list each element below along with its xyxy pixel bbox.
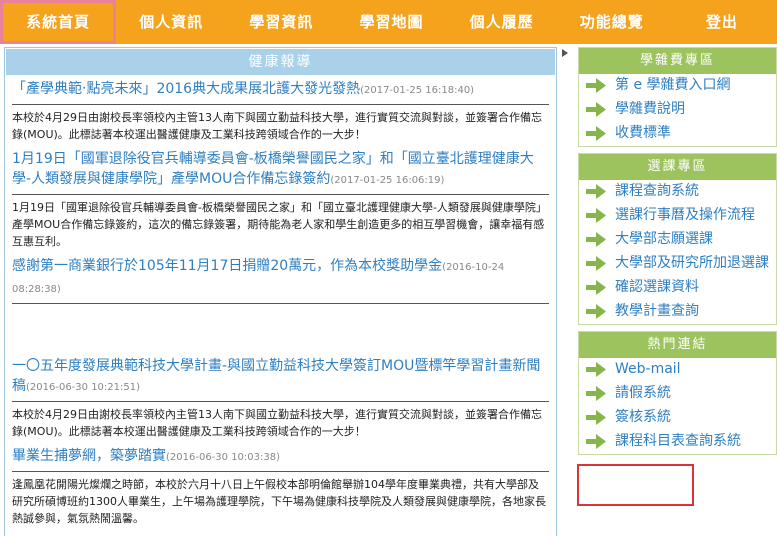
news-item-title[interactable]: 「產學典範‧點亮未來」2016典大成果展北護大發光發熱(2017-01-25 1… — [12, 79, 549, 101]
tuition-panel: 學雜費專區 第 e 學雜費入口網 學雜費說明 收費標準 — [578, 47, 777, 147]
news-item-title[interactable]: 畢業生捕夢網，築夢踏實(2016-06-30 10:03:38) — [12, 446, 549, 468]
news-item-title[interactable]: 感謝第一商業銀行於105年11月17日捐贈20萬元，作為本校獎助學金(2016-… — [12, 256, 549, 300]
news-item-body: 本校於4月29日由謝校長率領校內主管13人南下與國立勤益科技大學，進行實質交流與… — [12, 111, 542, 141]
sidebar-item-label: 確認選課資料 — [615, 279, 699, 295]
sidebar-item-preference-selection[interactable]: 大學部志願選課 — [579, 228, 776, 252]
sidebar-item-label: 請假系統 — [615, 385, 671, 401]
sidebar-item-label: 學雜費說明 — [615, 101, 685, 117]
nav-resume[interactable]: 個人履歷 — [447, 0, 557, 44]
panel-header: 選課專區 — [579, 154, 776, 180]
news-item-title[interactable]: 1月19日「國軍退除役官兵輔導委員會-板橋榮譽國民之家」和「國立臺北護理健康大學… — [12, 149, 549, 191]
nav-personal-info[interactable]: 個人資訊 — [116, 0, 226, 44]
nav-function-overview[interactable]: 功能總覽 — [557, 0, 667, 44]
sidebar-item-label: 第 e 學雜費入口網 — [615, 77, 731, 93]
green-arrow-right-icon — [586, 280, 606, 295]
sidebar-item-fee-standard[interactable]: 收費標準 — [579, 122, 776, 146]
sidebar-item-add-drop[interactable]: 大學部及研究所加退選課 — [579, 252, 776, 276]
popular-links-panel: 熱門連結 Web-mail 請假系統 簽核系統 課程科目表查詢系統 — [578, 331, 777, 455]
news-divider — [12, 303, 549, 304]
news-divider — [12, 194, 549, 195]
sidebar-item-course-query[interactable]: 課程查詢系統 — [579, 180, 776, 204]
green-arrow-right-icon — [586, 386, 606, 401]
news-divider — [12, 471, 549, 472]
news-list: 「產學典範‧點亮未來」2016典大成果展北護大發光發熱(2017-01-25 1… — [5, 79, 556, 527]
highlight-box — [577, 464, 694, 506]
green-arrow-right-icon — [586, 256, 606, 271]
sidebar-item-approval-system[interactable]: 簽核系統 — [579, 406, 776, 430]
sidebar-item-label: 教學計畫查詢 — [615, 303, 699, 319]
sidebar-item-label: 課程科目表查詢系統 — [615, 433, 741, 449]
green-arrow-right-icon — [586, 126, 606, 141]
green-arrow-right-icon — [586, 304, 606, 319]
green-arrow-right-icon — [586, 208, 606, 223]
sidebar-item-label: 簽核系統 — [615, 409, 671, 425]
news-title-text[interactable]: 畢業生捕夢網，築夢踏實 — [12, 448, 166, 464]
top-navigation: 系統首頁 個人資訊 學習資訊 學習地圖 個人履歷 功能總覽 登出 — [0, 0, 777, 44]
triangle-right-icon — [562, 49, 568, 57]
green-arrow-right-icon — [586, 434, 606, 449]
news-date: (2017-01-25 16:18:40) — [360, 85, 475, 96]
news-divider — [12, 401, 549, 402]
news-title-text[interactable]: 感謝第一商業銀行於105年11月17日捐贈20萬元，作為本校獎助學金 — [12, 258, 442, 274]
nav-home[interactable]: 系統首頁 — [0, 0, 117, 44]
news-panel: 健康報導 「產學典範‧點亮未來」2016典大成果展北護大發光發熱(2017-01… — [4, 47, 557, 536]
news-item-body: 逢鳳凰花開陽光燦爛之時節，本校於六月十八日上午假校本部明倫館舉辦104學年度畢業… — [12, 478, 546, 525]
news-title-text[interactable]: 1月19日「國軍退除役官兵輔導委員會-板橋榮譽國民之家」和「國立臺北護理健康大學… — [12, 151, 534, 187]
nav-learning-map[interactable]: 學習地圖 — [336, 0, 446, 44]
sidebar-item-label: Web-mail — [615, 361, 681, 377]
sidebar-item-webmail[interactable]: Web-mail — [579, 358, 776, 382]
news-date: (2016-06-30 10:21:51) — [26, 382, 141, 393]
panel-header: 熱門連結 — [579, 332, 776, 358]
sidebar-item-label: 選課行事曆及操作流程 — [615, 207, 755, 223]
green-arrow-right-icon — [586, 184, 606, 199]
news-panel-header: 健康報導 — [6, 49, 555, 75]
news-divider — [12, 104, 549, 105]
sidebar-item-label: 大學部及研究所加退選課 — [615, 255, 769, 271]
sidebar-item-syllabus-query[interactable]: 教學計畫查詢 — [579, 300, 776, 324]
news-spacer — [12, 308, 549, 352]
sidebar: 學雜費專區 第 e 學雜費入口網 學雜費說明 收費標準 選課專區 課程查詢系統 … — [578, 47, 777, 461]
sidebar-item-selection-calendar[interactable]: 選課行事曆及操作流程 — [579, 204, 776, 228]
sidebar-item-leave-system[interactable]: 請假系統 — [579, 382, 776, 406]
sidebar-item-curriculum-query[interactable]: 課程科目表查詢系統 — [579, 430, 776, 454]
sidebar-item-tuition-portal[interactable]: 第 e 學雜費入口網 — [579, 74, 776, 98]
green-arrow-right-icon — [586, 410, 606, 425]
sidebar-item-label: 收費標準 — [615, 125, 671, 141]
green-arrow-right-icon — [586, 102, 606, 117]
news-date: (2017-01-25 16:06:19) — [330, 175, 445, 186]
panel-header: 學雜費專區 — [579, 48, 776, 74]
sidebar-item-confirm-selection[interactable]: 確認選課資料 — [579, 276, 776, 300]
news-date: (2016-06-30 10:03:38) — [166, 452, 281, 463]
news-item-title[interactable]: 一〇五年度發展典範科技大學計畫-與國立勤益科技大學簽訂MOU暨標竿學習計畫新聞稿… — [12, 356, 549, 398]
nav-learning-info[interactable]: 學習資訊 — [226, 0, 336, 44]
news-item-body: 1月19日「國軍退除役官兵輔導委員會-板橋榮譽國民之家」和「國立臺北護理健康大學… — [12, 201, 547, 248]
course-selection-panel: 選課專區 課程查詢系統 選課行事曆及操作流程 大學部志願選課 大學部及研究所加退… — [578, 153, 777, 325]
sidebar-item-tuition-info[interactable]: 學雜費說明 — [579, 98, 776, 122]
green-arrow-right-icon — [586, 232, 606, 247]
sidebar-item-label: 大學部志願選課 — [615, 231, 713, 247]
nav-logout[interactable]: 登出 — [667, 0, 777, 44]
sidebar-item-label: 課程查詢系統 — [615, 183, 699, 199]
green-arrow-right-icon — [586, 362, 606, 377]
news-title-text[interactable]: 「產學典範‧點亮未來」2016典大成果展北護大發光發熱 — [12, 81, 360, 97]
news-item-body: 本校於4月29日由謝校長率領校內主管13人南下與國立勤益科技大學，進行實質交流與… — [12, 408, 542, 438]
green-arrow-right-icon — [586, 78, 606, 93]
